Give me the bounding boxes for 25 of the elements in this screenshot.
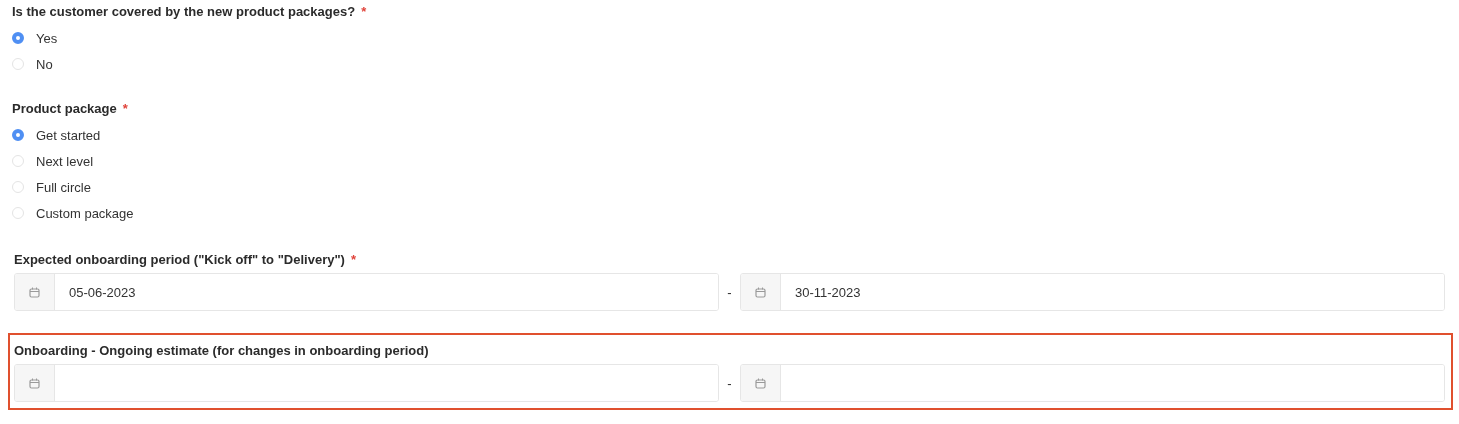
date-field[interactable] [14,364,719,402]
calendar-icon [755,286,766,298]
date-field[interactable]: 05-06-2023 [14,273,719,311]
option-label[interactable]: Full circle [36,179,91,195]
range-separator: - [726,284,733,300]
date-field[interactable]: 30-11-2023 [740,273,1445,311]
radio-button[interactable] [12,129,24,141]
question-label: Expected onboarding period ("Kick off" to "Delivery") [14,252,345,267]
calendar-icon [755,377,766,389]
option-label[interactable]: No [36,56,53,72]
required-mark: * [350,252,356,267]
required-mark: * [361,4,367,19]
option-label[interactable]: Yes [36,30,58,46]
question-label: Onboarding - Ongoing estimate (for changes in onboarding period) [14,343,429,358]
calendar-icon [29,286,40,298]
radio-button[interactable] [12,32,24,44]
option-label[interactable]: Get started [36,127,101,143]
date-field[interactable] [740,364,1445,402]
required-mark: * [122,101,128,116]
question-label: Is the customer covered by the new product packages? [12,4,356,19]
range-separator: - [726,375,733,391]
calendar-icon [29,377,40,389]
option-label[interactable]: Custom package [36,205,134,221]
option-label[interactable]: Next level [36,153,94,169]
question-label: Product package [12,101,117,116]
